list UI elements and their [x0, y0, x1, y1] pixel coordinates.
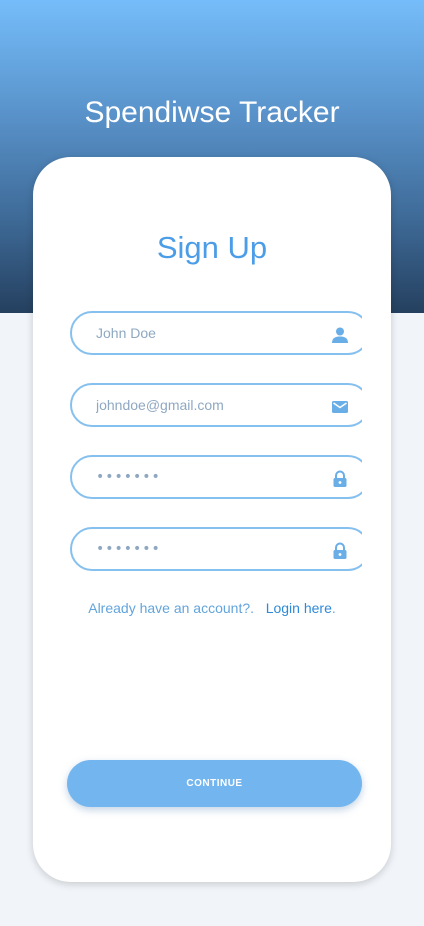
confirm-password-field[interactable]: ••••••• [70, 527, 362, 571]
form-title: Sign Up [156, 230, 268, 265]
email-field[interactable] [70, 383, 362, 427]
name-input[interactable] [96, 313, 316, 353]
lock-icon [333, 542, 347, 559]
confirm-password-input[interactable]: ••••••• [96, 541, 161, 557]
name-field[interactable] [70, 311, 362, 355]
login-suffix: . [331, 600, 336, 616]
user-icon [332, 327, 348, 343]
app-title: Spendiwse Tracker [84, 96, 340, 129]
continue-button[interactable]: CONTINUE [67, 760, 362, 807]
login-prompt-row: Already have an account?. Login here. [0, 600, 424, 616]
email-input[interactable] [96, 385, 316, 425]
envelope-icon [332, 401, 348, 413]
login-link[interactable]: Login here [266, 600, 332, 616]
login-prompt-text: Already have an account?. [88, 600, 255, 616]
password-input[interactable]: ••••••• [96, 469, 161, 485]
lock-icon [333, 470, 347, 487]
password-field[interactable]: ••••••• [70, 455, 362, 499]
